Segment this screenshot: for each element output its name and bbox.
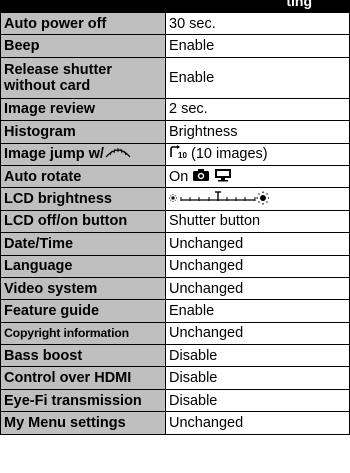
setting-name: Beep (0, 34, 166, 58)
table-row: Copyright information Unchanged (0, 321, 350, 346)
table-row: LCD brightness (0, 187, 350, 211)
table-row: Auto rotate On (0, 164, 350, 189)
setting-value: Unchanged (165, 276, 350, 301)
table-row: My Menu settings Unchanged (0, 411, 350, 435)
setting-value: Enable (165, 299, 350, 323)
brightness-scale-icon (169, 189, 269, 209)
setting-value: Enable (165, 56, 350, 99)
table-row: Auto power off 30 sec. (0, 11, 350, 36)
setting-value: Brightness (165, 120, 350, 144)
setting-name: Copyright information (0, 321, 166, 346)
monitor-icon (214, 168, 232, 186)
table-row: Release shutter without card Enable (0, 56, 350, 99)
table-row: Beep Enable (0, 34, 350, 58)
setting-value: Unchanged (165, 254, 350, 278)
table-row: LCD off/on button Shutter button (0, 209, 350, 234)
table-row: Feature guide Enable (0, 299, 350, 323)
setting-name: Image review (0, 97, 166, 122)
table-row: Video system Unchanged (0, 276, 350, 301)
table-row: Bass boost Disable (0, 344, 350, 368)
setting-name: Bass boost (0, 344, 166, 368)
setting-name: Feature guide (0, 299, 166, 323)
setting-name: Image jump w/ (4, 146, 104, 163)
setting-name: Auto rotate (0, 164, 166, 189)
setting-name: Control over HDMI (0, 366, 166, 390)
table-row: Eye-Fi transmission Disable (0, 388, 350, 413)
setting-name: Date/Time (0, 232, 166, 256)
setting-value: Unchanged (165, 232, 350, 256)
setting-name: LCD off/on button (0, 209, 166, 234)
setting-value-cell: On (165, 164, 350, 189)
setting-value: (10 images) (191, 146, 268, 163)
setting-value: Unchanged (165, 321, 350, 346)
setting-value: Shutter button (165, 209, 350, 234)
setting-value: Disable (165, 344, 350, 368)
setting-value: 30 sec. (165, 11, 350, 36)
setting-value: Enable (165, 34, 350, 58)
header-text: ting (286, 0, 312, 9)
table-row: Date/Time Unchanged (0, 232, 350, 256)
setting-name: Language (0, 254, 166, 278)
jump-10-images-icon: 10 (169, 145, 187, 163)
setting-name: Eye-Fi transmission (0, 388, 166, 413)
setting-name: Auto power off (0, 11, 166, 36)
setting-name: LCD brightness (0, 187, 166, 211)
table-row: Histogram Brightness (0, 120, 350, 144)
table-row: Control over HDMI Disable (0, 366, 350, 390)
setting-value-cell: 10 (10 images) (165, 142, 350, 166)
setting-value: On (169, 168, 189, 185)
main-dial-icon (104, 145, 132, 163)
svg-text:10: 10 (178, 151, 187, 159)
setting-name: Video system (0, 276, 166, 301)
camera-icon (192, 168, 210, 185)
setting-value: Unchanged (165, 411, 350, 435)
header-strip: ting (0, 0, 350, 12)
setting-name: Histogram (0, 120, 166, 144)
table-row: Image jump w/ 10 (10 images) (0, 142, 350, 166)
setting-value: Disable (165, 366, 350, 390)
table-row: Language Unchanged (0, 254, 350, 278)
settings-table: Auto power off 30 sec. Beep Enable Relea… (0, 11, 350, 435)
setting-value: Disable (165, 388, 350, 413)
setting-value-cell (165, 187, 350, 211)
table-row: Image review 2 sec. (0, 97, 350, 122)
setting-name-cell: Image jump w/ (0, 142, 166, 166)
setting-name: My Menu settings (0, 411, 166, 435)
setting-name: Release shutter without card (0, 56, 166, 99)
setting-value: 2 sec. (165, 97, 350, 122)
